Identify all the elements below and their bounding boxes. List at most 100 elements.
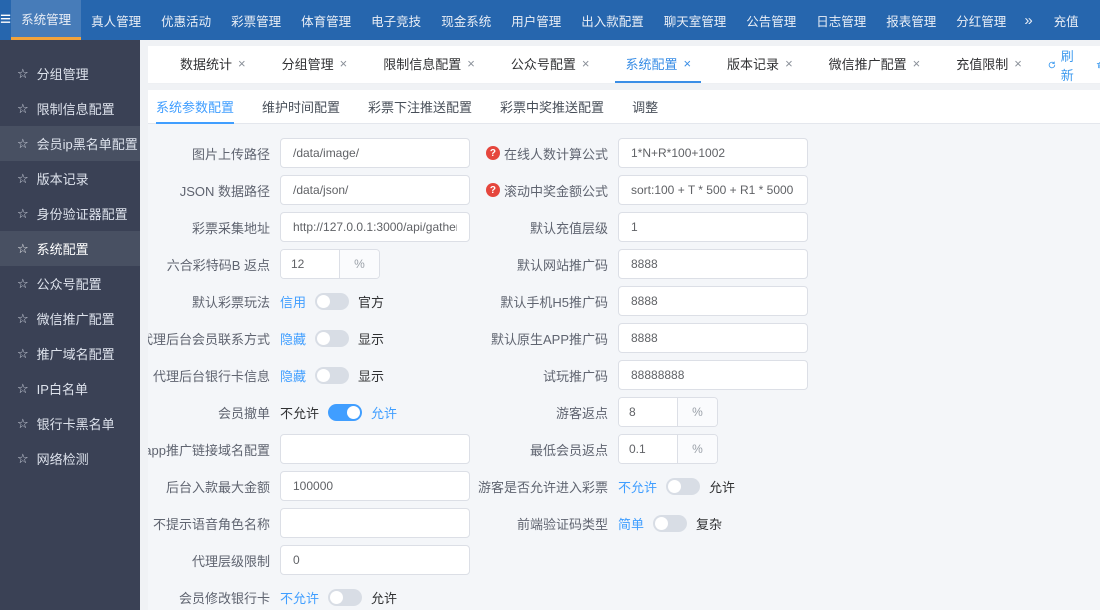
nav-recharge[interactable]: 充值 xyxy=(1041,11,1092,30)
field-label: 会员修改银行卡 xyxy=(178,590,270,606)
tab-wechat-promo-config[interactable]: 微信推广配置 × xyxy=(819,46,931,83)
close-icon[interactable]: × xyxy=(340,56,348,71)
min-member-rebate-input[interactable] xyxy=(619,435,677,463)
top-nav: ≡ 系统管理 真人管理 优惠活动 彩票管理 体育管理 电子竞技 现金系统 用户管… xyxy=(0,0,1100,40)
nav-item-live-management[interactable]: 真人管理 xyxy=(81,0,151,40)
sidebar-item-bankcard-blacklist[interactable]: ☆ 银行卡黑名单 xyxy=(0,406,140,441)
agent-level-limit-input[interactable] xyxy=(280,545,470,575)
nav-overflow-chevrons-icon[interactable]: » xyxy=(1016,0,1040,40)
guest-rebate-input[interactable] xyxy=(619,398,677,426)
no-voice-role-name-input[interactable] xyxy=(280,508,470,538)
default-app-promo-code-input[interactable] xyxy=(618,323,808,353)
close-icon[interactable]: × xyxy=(785,56,793,71)
sidebar-item-official-account-config[interactable]: ☆ 公众号配置 xyxy=(0,266,140,301)
online-count-formula-input[interactable] xyxy=(618,138,808,168)
nav-item-dividend-management[interactable]: 分红管理 xyxy=(946,0,1016,40)
star-icon: ☆ xyxy=(17,415,29,431)
sidebar-item-label: IP白名单 xyxy=(36,382,88,397)
nav-item-announcement-management[interactable]: 公告管理 xyxy=(736,0,806,40)
nav-item-report-management[interactable]: 报表管理 xyxy=(876,0,946,40)
subtab-system-params[interactable]: 系统参数配置 xyxy=(156,90,235,124)
subtab-adjust[interactable]: 调整 xyxy=(632,90,658,124)
field-label: 默认充值层级 xyxy=(529,220,608,236)
close-icon[interactable]: × xyxy=(238,56,246,71)
sidebar-item-version-record[interactable]: ☆ 版本记录 xyxy=(0,161,140,196)
top-nav-right: 充值 提现 在线 2 密码重置 xyxy=(1041,0,1100,40)
subtab-maintenance-time[interactable]: 维护时间配置 xyxy=(262,90,340,124)
default-play-mode-toggle[interactable] xyxy=(315,292,350,310)
close-icon[interactable]: × xyxy=(467,56,475,71)
captcha-type-toggle[interactable] xyxy=(653,514,688,532)
field-label: 游客是否允许进入彩票 xyxy=(477,479,608,495)
tab-group-management[interactable]: 分组管理 × xyxy=(272,46,358,83)
sidebar-item-wechat-promo-config[interactable]: ☆ 微信推广配置 xyxy=(0,301,140,336)
agent-bankcard-info-toggle[interactable] xyxy=(315,366,350,384)
close-icon[interactable]: × xyxy=(582,56,590,71)
sidebar-item-network-check[interactable]: ☆ 网络检测 xyxy=(0,441,140,476)
json-data-path-input[interactable] xyxy=(280,175,470,205)
agent-member-contact-toggle[interactable] xyxy=(315,329,350,347)
default-h5-promo-code-input[interactable] xyxy=(618,286,808,316)
close-icon[interactable]: × xyxy=(913,56,921,71)
form-row: 默认原生APP推广码 xyxy=(490,323,1100,353)
hamburger-menu-icon[interactable]: ≡ xyxy=(0,0,11,40)
nav-item-chatroom-management[interactable]: 聊天室管理 xyxy=(654,0,737,40)
tab-recharge-limit[interactable]: 充值限制 × xyxy=(946,46,1032,83)
tab-version-record[interactable]: 版本记录 × xyxy=(717,46,803,83)
field-label: 默认彩票玩法 xyxy=(191,294,270,310)
form-row: 代理后台银行卡信息 隐藏 显示 xyxy=(148,360,490,390)
tab-label: 充值限制 xyxy=(956,57,1009,72)
sidebar-item-restriction-info-config[interactable]: ☆ 限制信息配置 xyxy=(0,91,140,126)
tab-official-account-config[interactable]: 公众号配置 × xyxy=(501,46,600,83)
nav-item-lottery-management[interactable]: 彩票管理 xyxy=(221,0,291,40)
tab-data-stats[interactable]: 数据统计 × xyxy=(170,46,256,83)
toggle-off-label: 简单 xyxy=(618,516,645,532)
form-row: 后台入款最大金额 xyxy=(148,471,490,501)
member-modify-bankcard-toggle[interactable] xyxy=(328,588,363,606)
form-right-column: ?在线人数计算公式 ?滚动中奖金额公式 默认充值层级 默认网站推广码 默认手机H… xyxy=(477,138,1100,610)
sidebar-item-member-ip-blacklist-config[interactable]: ☆ 会员ip黑名单配置 xyxy=(0,126,140,161)
close-icon[interactable]: × xyxy=(683,56,691,71)
tab-restriction-info-config[interactable]: 限制信息配置 × xyxy=(373,46,485,83)
lhc-b-rebate-input[interactable] xyxy=(281,250,339,278)
help-icon[interactable]: ? xyxy=(485,146,500,160)
guest-enter-lottery-toggle[interactable] xyxy=(666,477,701,495)
close-icon[interactable]: × xyxy=(1014,56,1022,71)
nav-item-log-management[interactable]: 日志管理 xyxy=(806,0,876,40)
clean-button[interactable]: 清理 xyxy=(1096,46,1100,84)
tab-system-config[interactable]: 系统配置 × xyxy=(615,46,702,83)
member-cancel-order-toggle[interactable] xyxy=(328,403,363,421)
max-backend-deposit-input[interactable] xyxy=(280,471,470,501)
subtab-bet-push-config[interactable]: 彩票下注推送配置 xyxy=(368,90,472,124)
subtab-win-push-config[interactable]: 彩票中奖推送配置 xyxy=(500,90,604,124)
nav-item-deposit-withdraw-config[interactable]: 出入款配置 xyxy=(571,0,654,40)
nav-item-user-management[interactable]: 用户管理 xyxy=(501,0,571,40)
sidebar-item-authenticator-config[interactable]: ☆ 身份验证器配置 xyxy=(0,196,140,231)
nav-item-system-management[interactable]: 系统管理 xyxy=(11,0,82,40)
nav-item-sports-management[interactable]: 体育管理 xyxy=(291,0,361,40)
trial-promo-code-input[interactable] xyxy=(618,360,808,390)
refresh-button[interactable]: 刷新 xyxy=(1048,46,1078,84)
form-row: 代理后台会员联系方式 隐藏 显示 xyxy=(148,323,490,353)
sidebar-item-group-management[interactable]: ☆ 分组管理 xyxy=(0,56,140,91)
sidebar-item-promo-domain-config[interactable]: ☆ 推广域名配置 xyxy=(0,336,140,371)
default-site-promo-code-input[interactable] xyxy=(618,249,808,279)
sidebar-item-system-config[interactable]: ☆ 系统配置 xyxy=(0,231,140,266)
nav-item-promo-activity[interactable]: 优惠活动 xyxy=(151,0,221,40)
form-row: 默认彩票玩法 信用 官方 xyxy=(148,286,490,316)
tab-label: 公众号配置 xyxy=(510,57,576,72)
rolling-prize-formula-input[interactable] xyxy=(618,175,808,205)
sidebar-item-label: 身份验证器配置 xyxy=(36,207,128,222)
nav-item-esports[interactable]: 电子竞技 xyxy=(361,0,431,40)
nav-item-cash-system[interactable]: 现金系统 xyxy=(431,0,501,40)
image-upload-path-input[interactable] xyxy=(280,138,470,168)
field-label: 试玩推广码 xyxy=(542,368,608,384)
nav-withdraw[interactable]: 提现 xyxy=(1092,11,1100,30)
default-recharge-level-input[interactable] xyxy=(618,212,808,242)
lottery-collect-url-input[interactable] xyxy=(280,212,470,242)
help-icon[interactable]: ? xyxy=(485,183,500,197)
star-icon: ☆ xyxy=(17,170,29,186)
sidebar-item-ip-whitelist[interactable]: ☆ IP白名单 xyxy=(0,371,140,406)
sidebar-item-label: 分组管理 xyxy=(36,67,89,82)
app-promo-domain-input[interactable] xyxy=(280,434,470,464)
